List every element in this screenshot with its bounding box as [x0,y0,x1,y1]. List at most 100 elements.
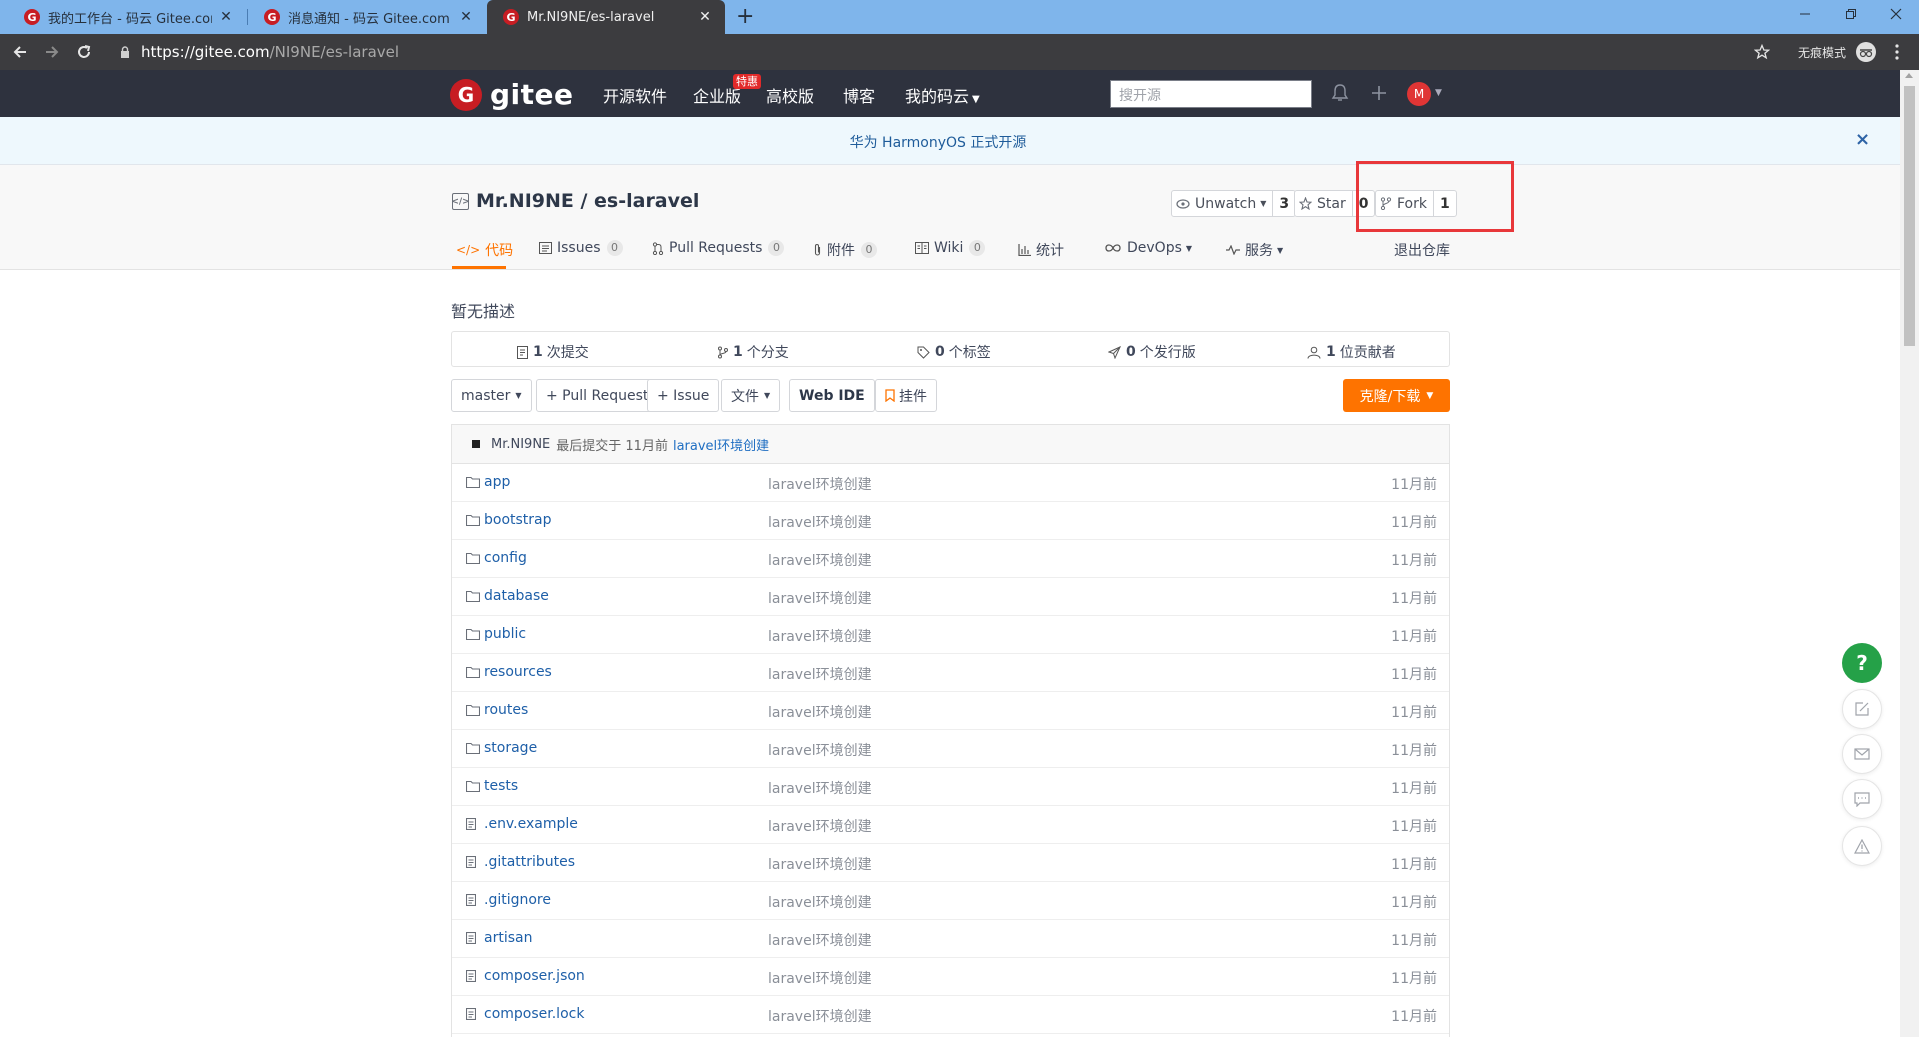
report-button[interactable] [1842,826,1882,866]
file-commit-message[interactable]: laravel环境创建 [768,626,872,646]
gitee-logo[interactable]: G gitee [450,78,574,111]
file-name[interactable]: routes [484,702,528,718]
file-row[interactable]: .gitattributes laravel环境创建 11月前 [452,844,1449,882]
file-row[interactable]: config laravel环境创建 11月前 [452,540,1449,578]
file-row[interactable]: tests laravel环境创建 11月前 [452,768,1449,806]
file-name[interactable]: public [484,626,526,642]
file-commit-message[interactable]: laravel环境创建 [768,588,872,608]
file-name[interactable]: bootstrap [484,512,552,528]
file-name[interactable]: app [484,474,510,490]
close-icon[interactable]: ✕ [458,9,474,25]
file-row[interactable]: storage laravel环境创建 11月前 [452,730,1449,768]
incognito-icon[interactable] [1856,42,1876,62]
file-row[interactable]: .env.example laravel环境创建 11月前 [452,806,1449,844]
close-icon[interactable]: ✕ [697,9,713,25]
avatar-caret-icon[interactable]: ▼ [1435,88,1442,98]
tab-stats[interactable]: 统计 [1018,240,1064,260]
file-row[interactable]: public laravel环境创建 11月前 [452,616,1449,654]
chat-button[interactable] [1842,779,1882,819]
new-issue-button[interactable]: + Issue [647,379,720,412]
avatar[interactable]: M [1407,82,1431,106]
file-name[interactable]: tests [484,778,518,794]
clone-download-button[interactable]: 克隆/下载 ▼ [1343,379,1450,412]
file-commit-message[interactable]: laravel环境创建 [768,550,872,570]
plus-icon[interactable] [1370,83,1388,103]
minimize-icon[interactable] [1782,0,1828,28]
file-name[interactable]: config [484,550,527,566]
file-row[interactable]: .gitignore laravel环境创建 11月前 [452,882,1449,920]
file-commit-message[interactable]: laravel环境创建 [768,474,872,494]
file-commit-message[interactable]: laravel环境创建 [768,816,872,836]
scroll-up-icon[interactable] [1905,73,1913,78]
file-row[interactable]: artisan laravel环境创建 11月前 [452,920,1449,958]
file-commit-message[interactable]: laravel环境创建 [768,1006,872,1026]
nav-blog[interactable]: 博客 [843,83,875,107]
file-name[interactable]: storage [484,740,537,756]
file-commit-message[interactable]: laravel环境创建 [768,664,872,684]
close-icon[interactable]: ✕ [218,9,234,25]
new-pull-request-button[interactable]: + Pull Request [536,379,659,412]
tab-service[interactable]: 服务 ▼ [1226,240,1283,260]
browser-tab-notifications[interactable]: G 消息通知 - 码云 Gitee.com ✕ [248,0,486,34]
mail-button[interactable] [1842,734,1882,774]
file-commit-message[interactable]: laravel环境创建 [768,968,872,988]
file-commit-message[interactable]: laravel环境创建 [768,740,872,760]
file-name[interactable]: database [484,588,549,604]
nav-university[interactable]: 高校版 [766,83,814,107]
new-tab-button[interactable]: + [736,4,754,30]
file-row[interactable]: app laravel环境创建 11月前 [452,464,1449,502]
window-close-icon[interactable] [1873,0,1919,28]
restore-icon[interactable] [1828,0,1874,28]
file-commit-message[interactable]: laravel环境创建 [768,778,872,798]
plugin-button[interactable]: 挂件 [875,379,937,412]
help-button[interactable]: ? [1842,643,1882,683]
file-row[interactable]: composer.lock laravel环境创建 11月前 [452,996,1449,1034]
exit-repo-link[interactable]: 退出仓库 [1394,240,1450,260]
file-name[interactable]: .env.example [484,816,578,832]
file-name[interactable]: artisan [484,930,532,946]
commit-message[interactable]: laravel环境创建 [673,435,769,454]
repo-title[interactable]: Mr.NI9NE / es-laravel [476,190,699,212]
stat-commits[interactable]: 1 次提交 [517,342,589,362]
bookmark-star-icon[interactable] [1754,44,1770,60]
file-row[interactable]: composer.json laravel环境创建 11月前 [452,958,1449,996]
nav-open-source[interactable]: 开源软件 [603,83,667,107]
file-commit-message[interactable]: laravel环境创建 [768,854,872,874]
browser-menu-icon[interactable] [1894,43,1900,61]
stat-tags[interactable]: 0 个标签 [917,342,991,362]
unwatch-button[interactable]: Unwatch ▼ 3 [1171,190,1297,217]
file-row[interactable]: routes laravel环境创建 11月前 [452,692,1449,730]
file-name[interactable]: .gitignore [484,892,551,908]
edit-feedback-button[interactable] [1842,689,1882,729]
nav-my-gitee[interactable]: 我的码云 ▼ [905,83,980,107]
file-row[interactable]: bootstrap laravel环境创建 11月前 [452,502,1449,540]
file-name[interactable]: composer.json [484,968,585,984]
branch-select[interactable]: master ▼ [451,379,532,412]
unwatch-count[interactable]: 3 [1272,191,1295,216]
tab-wiki[interactable]: Wiki 0 [915,240,986,256]
url-field[interactable]: https://gitee.com/NI9NE/es-laravel [141,43,399,61]
file-name[interactable]: .gitattributes [484,854,575,870]
reload-icon[interactable] [70,38,98,66]
stat-contributors[interactable]: 1 位贡献者 [1307,342,1396,362]
back-icon[interactable] [6,38,34,66]
browser-tab-repo[interactable]: G Mr.NI9NE/es-laravel ✕ [487,0,725,34]
announcement-text[interactable]: 华为 HarmonyOS 正式开源 [0,132,1876,152]
notification-bell-icon[interactable] [1331,83,1349,103]
tab-attachments[interactable]: 附件 0 [813,240,877,260]
file-commit-message[interactable]: laravel环境创建 [768,892,872,912]
tab-code[interactable]: </> 代码 [456,240,513,260]
committer-name[interactable]: Mr.NI9NE [491,437,550,452]
file-name[interactable]: resources [484,664,552,680]
stat-branches[interactable]: 1 个分支 [717,342,789,362]
tab-devops[interactable]: DevOps ▼ [1104,240,1192,256]
file-name[interactable]: composer.lock [484,1006,584,1022]
scrollbar-thumb[interactable] [1904,86,1915,346]
tab-pull-requests[interactable]: Pull Requests 0 [652,240,785,256]
file-commit-message[interactable]: laravel环境创建 [768,512,872,532]
browser-tab-workbench[interactable]: G 我的工作台 - 码云 Gitee.com ✕ [8,0,246,34]
file-row[interactable]: database laravel环境创建 11月前 [452,578,1449,616]
search-input[interactable]: 搜开源 [1110,80,1312,108]
tab-issues[interactable]: Issues 0 [539,240,623,256]
file-menu-button[interactable]: 文件 ▼ [721,379,781,412]
